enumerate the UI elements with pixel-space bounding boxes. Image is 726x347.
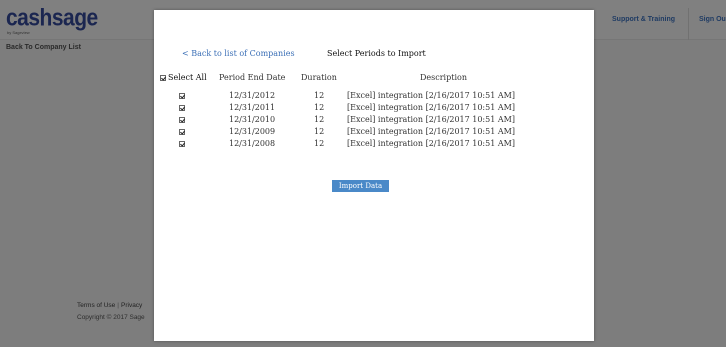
cashsage-logo[interactable]: cashsage by Sageview	[6, 5, 98, 36]
table-row: 12/31/2011 12 [Excel] integration [2/16/…	[154, 103, 594, 115]
back-to-companies-link[interactable]: < Back to list of Companies	[182, 49, 295, 58]
table-row: 12/31/2008 12 [Excel] integration [2/16/…	[154, 139, 594, 151]
period-end-date-cell: 12/31/2009	[229, 127, 276, 136]
footer-copyright: Copyright © 2017 Sage	[77, 314, 145, 321]
period-end-date-cell: 12/31/2011	[229, 103, 276, 112]
description-cell: [Excel] integration [2/16/2017 10:51 AM]	[347, 127, 515, 136]
support-training-link[interactable]: Support & Training	[612, 16, 675, 23]
description-cell: [Excel] integration [2/16/2017 10:51 AM]	[347, 103, 515, 112]
row-checkbox[interactable]	[179, 141, 185, 147]
row-checkbox[interactable]	[179, 129, 185, 135]
period-end-date-cell: 12/31/2012	[229, 91, 276, 100]
back-to-company-list-link[interactable]: Back To Company List	[6, 44, 81, 51]
sign-out-link[interactable]: Sign Ou	[699, 16, 726, 23]
period-end-date-cell: 12/31/2008	[229, 139, 276, 148]
import-data-button[interactable]: Import Data	[332, 180, 389, 192]
terms-of-use-link[interactable]: Terms of Use	[77, 302, 115, 309]
select-all-label: Select All	[168, 73, 207, 82]
description-cell: [Excel] integration [2/16/2017 10:51 AM]	[347, 139, 515, 148]
logo-text: cashsage	[6, 4, 98, 32]
description-cell: [Excel] integration [2/16/2017 10:51 AM]	[347, 91, 515, 100]
modal-title: Select Periods to Import	[327, 49, 426, 58]
row-checkbox[interactable]	[179, 105, 185, 111]
row-checkbox[interactable]	[179, 93, 185, 99]
duration-cell: 12	[314, 115, 325, 124]
duration-cell: 12	[314, 91, 325, 100]
duration-cell: 12	[314, 103, 325, 112]
period-end-date-cell: 12/31/2010	[229, 115, 276, 124]
column-header-description: Description	[420, 73, 467, 82]
description-cell: [Excel] integration [2/16/2017 10:51 AM]	[347, 115, 515, 124]
header-divider	[688, 8, 689, 40]
duration-cell: 12	[314, 139, 325, 148]
select-periods-modal: < Back to list of Companies Select Perio…	[154, 10, 594, 341]
table-row: 12/31/2012 12 [Excel] integration [2/16/…	[154, 91, 594, 103]
table-row: 12/31/2010 12 [Excel] integration [2/16/…	[154, 115, 594, 127]
row-checkbox[interactable]	[179, 117, 185, 123]
footer-links: Terms of Use | Privacy	[77, 302, 142, 309]
column-header-period-end-date: Period End Date	[219, 73, 286, 82]
logo-subtext: by Sageview	[7, 30, 30, 35]
select-all-checkbox[interactable]	[160, 74, 166, 81]
column-header-duration: Duration	[301, 73, 337, 82]
select-all-control[interactable]: Select All	[160, 73, 207, 82]
duration-cell: 12	[314, 127, 325, 136]
table-row: 12/31/2009 12 [Excel] integration [2/16/…	[154, 127, 594, 139]
privacy-link[interactable]: Privacy	[121, 302, 142, 309]
